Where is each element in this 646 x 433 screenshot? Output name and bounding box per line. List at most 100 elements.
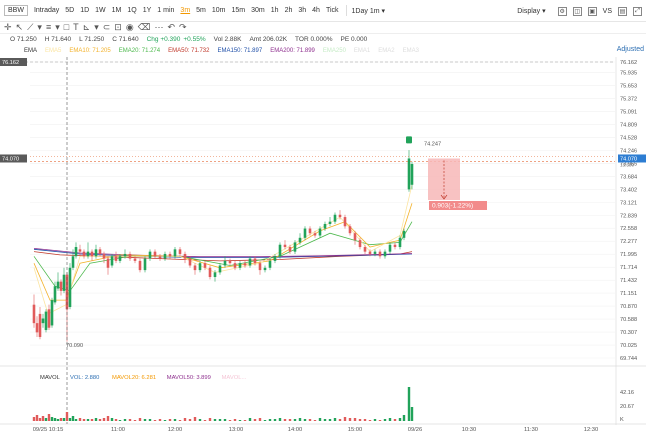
volume-bar (288, 419, 292, 421)
candle-body (188, 258, 192, 266)
period-1d[interactable]: 1D (80, 7, 89, 14)
candle-body (178, 249, 182, 254)
settings-icon[interactable]: ⚙ (557, 6, 567, 16)
volume-bar (44, 418, 48, 421)
period-1m[interactable]: 1M (112, 7, 122, 14)
volume-bar (298, 418, 302, 421)
ticker-label[interactable]: BBW (4, 5, 28, 16)
period-1min[interactable]: 1 min (157, 7, 174, 14)
volume-legend-item: VOL: 2.880 (70, 375, 99, 381)
volume-bar (178, 420, 182, 421)
period-15m[interactable]: 15m (232, 7, 246, 14)
volume-bar (308, 419, 312, 421)
volume-bar (348, 418, 352, 421)
volume-bar (71, 416, 75, 421)
high-price-label: 74.247 (424, 142, 441, 148)
close-value: C 71.640 (112, 36, 139, 43)
pointer-icon[interactable]: ↖ (16, 23, 24, 32)
volume-bar (50, 417, 54, 421)
lock-icon[interactable]: ⊡ (114, 23, 122, 32)
volume-bar (278, 418, 282, 421)
shape-tool-icon[interactable]: □ (64, 23, 69, 32)
price-markers: 76.16274.07013.59074.070 (0, 58, 646, 167)
display-menu[interactable]: Display ▾ (517, 7, 545, 15)
period-intraday[interactable]: Intraday (34, 7, 59, 14)
undo-icon[interactable]: ↶ (167, 23, 175, 32)
drawing-toolbar: ✛ ↖ ⟋ ▾ ≡ ▾ □ T ⊾ ▾ ⊂ ⊡ ◉ ⌫ ⋯ ↶ ↷ (0, 22, 646, 34)
candle-body (65, 274, 69, 310)
ema-indicator-label[interactable]: EMA (24, 48, 37, 54)
crosshair-icon[interactable]: ✛ (4, 23, 12, 32)
adjusted-toggle[interactable]: Adjusted (617, 46, 644, 53)
ruler-icon[interactable]: ▾ (94, 23, 99, 32)
more-tools-icon[interactable]: ⋯ (154, 23, 163, 32)
volume-bar (94, 418, 98, 421)
visibility-icon[interactable]: ◉ (126, 23, 134, 32)
compare-button[interactable]: VS (603, 8, 612, 15)
volume-bar (223, 419, 227, 421)
measure-box (428, 158, 460, 200)
period-5m[interactable]: 5m (196, 7, 206, 14)
volume-bar (263, 420, 267, 421)
screenshot-icon[interactable]: ◫ (572, 6, 582, 16)
volume-bar (218, 419, 222, 421)
pe-value: PE 0.000 (340, 36, 368, 43)
ema-lines (33, 184, 413, 315)
candle-body (378, 251, 382, 257)
volume-bar (98, 419, 102, 421)
text-tool-icon[interactable]: T (73, 23, 79, 32)
volume-bar (203, 420, 207, 421)
candle-body (243, 263, 247, 266)
period-1y[interactable]: 1Y (143, 7, 152, 14)
candle-body (363, 247, 367, 252)
magnet-icon[interactable]: ⊂ (103, 23, 111, 32)
volume-bar (283, 419, 287, 421)
candle-body (268, 260, 272, 268)
candle-body (110, 256, 114, 266)
period-1q[interactable]: 1Q (127, 7, 136, 14)
candle-body (388, 244, 392, 252)
price-chart[interactable]: 0.903(-1.22%) 74.247 70.090 76.162 75.935 75… (0, 0, 646, 433)
period-4h[interactable]: 4h (312, 7, 320, 14)
period-1w[interactable]: 1W (95, 7, 106, 14)
candle-body (78, 249, 82, 252)
candle-body (44, 311, 48, 331)
fullscreen-icon[interactable]: ⤢ (633, 6, 642, 16)
volume-bar (248, 418, 252, 421)
price-tick-label: 70.588 (620, 317, 637, 323)
channel-tool-icon[interactable]: ▾ (55, 23, 60, 32)
candle-body (71, 256, 75, 268)
fib-tool-icon[interactable]: ≡ (46, 23, 51, 32)
volume-bar (65, 412, 69, 421)
period-3m[interactable]: 3m (180, 7, 190, 14)
period-10m[interactable]: 10m (212, 7, 226, 14)
volume-bar (74, 419, 78, 421)
candle-body (278, 244, 282, 257)
period-1h[interactable]: 1h (271, 7, 279, 14)
candle-body (402, 230, 406, 238)
candle-body (358, 240, 362, 248)
ema-line (33, 248, 413, 258)
period-tick[interactable]: Tick (326, 7, 339, 14)
line-tool-icon[interactable]: ⟋ (27, 23, 33, 32)
volume-bar (363, 419, 367, 421)
redo-icon[interactable]: ↷ (179, 23, 187, 32)
layout-icon[interactable]: ▤ (618, 6, 627, 16)
trash-icon[interactable]: ⌫ (138, 23, 151, 32)
low-value: L 71.250 (79, 36, 105, 43)
period-30m[interactable]: 30m (251, 7, 265, 14)
volume-tick-label: 42.16 (620, 390, 634, 396)
candle-body (410, 164, 414, 185)
period-5d[interactable]: 5D (65, 7, 74, 14)
measure-tool-icon[interactable]: ⊾ (83, 23, 91, 32)
candle-body (41, 318, 45, 324)
candle-body (328, 221, 332, 224)
volume-bar (410, 407, 414, 421)
period-2h[interactable]: 2h (285, 7, 293, 14)
volume-bar (82, 419, 86, 421)
range-select[interactable]: 1Day 1m ▾ (352, 7, 386, 15)
period-3h[interactable]: 3h (298, 7, 306, 14)
camera-icon[interactable]: ▣ (587, 6, 597, 16)
candle-body (313, 233, 317, 236)
ray-tool-icon[interactable]: ▾ (37, 23, 42, 32)
